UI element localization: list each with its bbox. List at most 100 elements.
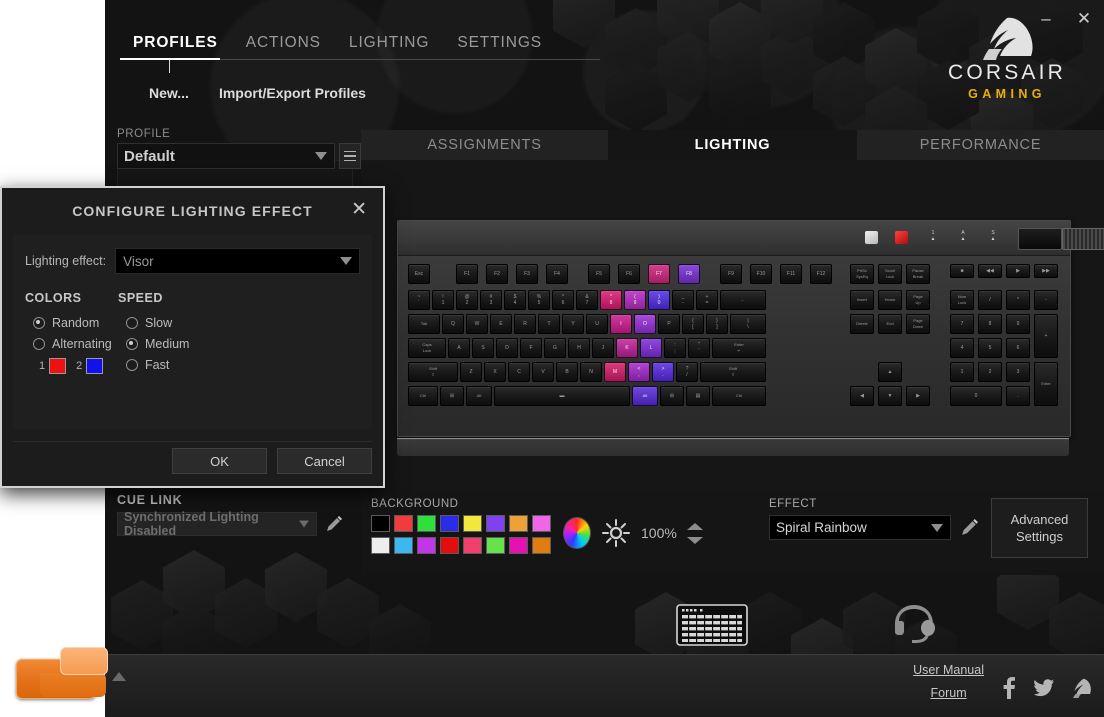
swatch[interactable] — [394, 515, 413, 532]
key-pause-break[interactable]: Pause Break — [906, 264, 930, 284]
key-numpad-4[interactable]: 4 — [950, 338, 974, 358]
tab-assignments[interactable]: ASSIGNMENTS — [361, 130, 609, 160]
key-f2[interactable]: F2 — [486, 264, 508, 284]
chevron-down-icon[interactable] — [686, 536, 703, 544]
key-8[interactable]: * 8 — [600, 290, 622, 310]
key-backslash[interactable]: | \ — [730, 314, 766, 334]
key-6[interactable]: ^ 6 — [552, 290, 574, 310]
swatch[interactable] — [440, 537, 459, 554]
cue-link-select[interactable]: Synchronized Lighting Disabled — [117, 510, 317, 538]
key-n[interactable]: N — [580, 362, 602, 382]
key-arrow-down[interactable]: ▼ — [878, 386, 902, 406]
key-f6[interactable]: F6 — [618, 264, 640, 284]
key-esc[interactable]: Esc — [408, 264, 430, 284]
keyboard-preview[interactable]: 1▲ A▲ S▲ Esc F1 F2 F3 F4 F5 F6 F7 F8 — [397, 220, 1104, 437]
twitter-icon[interactable] — [1034, 679, 1054, 697]
app-tray-icon[interactable] — [16, 647, 116, 699]
key-i[interactable]: I — [610, 314, 632, 334]
swatch[interactable] — [463, 537, 482, 554]
key-y[interactable]: Y — [562, 314, 584, 334]
key-numpad-0[interactable]: 0 — [950, 386, 1002, 406]
key-5[interactable]: % 5 — [528, 290, 550, 310]
key-space[interactable]: ▬ — [494, 386, 630, 406]
key-numpad-period[interactable]: . — [1006, 386, 1030, 406]
key-numpad-enter[interactable]: Enter — [1034, 362, 1058, 406]
key-end[interactable]: End — [878, 314, 902, 334]
key-quote[interactable]: " ' — [688, 338, 710, 358]
key-tab[interactable]: Tab — [408, 314, 440, 334]
advanced-settings-button[interactable]: Advanced Settings — [991, 498, 1088, 558]
key-enter[interactable]: Enter ↵ — [712, 338, 766, 358]
pencil-icon[interactable] — [960, 518, 979, 537]
key-scroll-lock[interactable]: Scroll Lock — [878, 264, 902, 284]
swatch[interactable] — [509, 515, 528, 532]
key-media-stop[interactable]: ■ — [950, 264, 974, 278]
color-wheel-icon[interactable] — [563, 517, 591, 549]
minimize-icon[interactable]: – — [1034, 6, 1058, 30]
key-tilde[interactable]: ~ ` — [408, 290, 430, 310]
brightness-led[interactable] — [895, 231, 908, 244]
key-f5[interactable]: F5 — [588, 264, 610, 284]
key-backspace[interactable]: ← — [720, 290, 766, 310]
swatch[interactable] — [394, 537, 413, 554]
key-shift-left[interactable]: Shift ⇧ — [408, 362, 458, 382]
color-1-swatch[interactable] — [49, 358, 67, 374]
swatch[interactable] — [417, 515, 436, 532]
key-e[interactable]: E — [490, 314, 512, 334]
profile-select[interactable]: Default — [117, 143, 335, 169]
key-f8[interactable]: F8 — [678, 264, 700, 284]
key-f3[interactable]: F3 — [516, 264, 538, 284]
key-equals[interactable]: + = — [696, 290, 718, 310]
chevron-up-icon[interactable] — [686, 522, 703, 530]
swatch[interactable] — [532, 515, 551, 532]
key-7[interactable]: & 7 — [576, 290, 598, 310]
key-numpad-2[interactable]: 2 — [978, 362, 1002, 382]
key-l[interactable]: L — [640, 338, 662, 358]
radio-random[interactable]: Random — [33, 312, 118, 333]
cancel-button[interactable]: Cancel — [277, 448, 372, 474]
key-j[interactable]: J — [592, 338, 614, 358]
key-c[interactable]: C — [508, 362, 530, 382]
swatch[interactable] — [509, 537, 528, 554]
key-r[interactable]: R — [514, 314, 536, 334]
key-v[interactable]: V — [532, 362, 554, 382]
key-u[interactable]: U — [586, 314, 608, 334]
swatch[interactable] — [417, 537, 436, 554]
topnav-settings[interactable]: SETTINGS — [444, 30, 555, 60]
key-b[interactable]: B — [556, 362, 578, 382]
key-4[interactable]: $4 — [504, 290, 526, 310]
radio-medium[interactable]: Medium — [126, 333, 211, 354]
key-slash[interactable]: ? / — [676, 362, 698, 382]
key-f1[interactable]: F1 — [456, 264, 478, 284]
key-media-play[interactable]: ▶ — [1006, 264, 1030, 278]
radio-slow[interactable]: Slow — [126, 312, 211, 333]
key-a[interactable]: A — [448, 338, 470, 358]
subnav-import-export[interactable]: Import/Export Profiles — [219, 85, 366, 101]
key-alt-left[interactable]: Alt — [466, 386, 492, 406]
key-print-screen[interactable]: PrtSc SysRq — [850, 264, 874, 284]
key-home[interactable]: Home — [878, 290, 902, 310]
key-page-down[interactable]: Page Down — [906, 314, 930, 334]
subnav-new[interactable]: New... — [149, 85, 189, 101]
key-0[interactable]: ) 0 — [648, 290, 670, 310]
key-ctrl-left[interactable]: Ctrl — [408, 386, 438, 406]
key-k[interactable]: K — [616, 338, 638, 358]
key-numpad-5[interactable]: 5 — [978, 338, 1002, 358]
key-minus[interactable]: _ - — [672, 290, 694, 310]
swatch[interactable] — [532, 537, 551, 554]
tab-lighting[interactable]: LIGHTING — [609, 130, 857, 160]
key-f10[interactable]: F10 — [750, 264, 772, 284]
key-windows-right[interactable]: ⊞ — [660, 386, 684, 406]
key-delete[interactable]: Delete — [850, 314, 874, 334]
swatch[interactable] — [371, 515, 390, 532]
key-insert[interactable]: Insert — [850, 290, 874, 310]
topnav-actions[interactable]: ACTIONS — [233, 30, 334, 60]
swatch[interactable] — [463, 515, 482, 532]
key-t[interactable]: T — [538, 314, 560, 334]
key-q[interactable]: Q — [442, 314, 464, 334]
key-bracket-right[interactable]: }] — [706, 314, 728, 334]
key-9[interactable]: (9 — [624, 290, 646, 310]
key-ctrl-right[interactable]: Ctrl — [712, 386, 766, 406]
key-numpad-7[interactable]: 7 — [950, 314, 974, 334]
key-z[interactable]: Z — [460, 362, 482, 382]
